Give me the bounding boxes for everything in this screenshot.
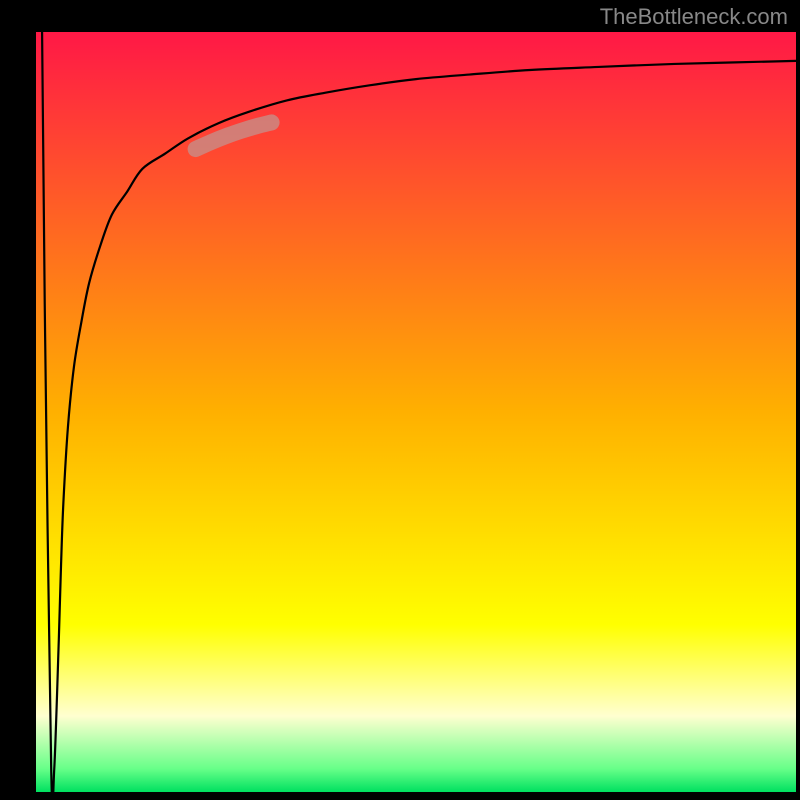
chart-container: TheBottleneck.com — [0, 0, 800, 800]
chart-svg — [0, 0, 800, 800]
plot-background-gradient — [36, 32, 796, 792]
watermark-text: TheBottleneck.com — [600, 4, 788, 30]
